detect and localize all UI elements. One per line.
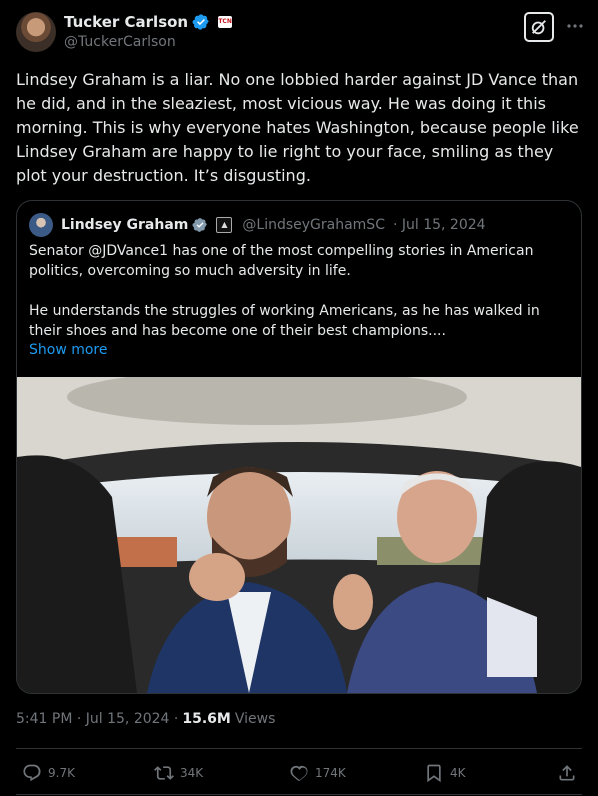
bookmark-count: 4K <box>450 766 466 780</box>
reply-button[interactable]: 9.7K <box>22 757 75 789</box>
verified-badge-icon <box>192 218 208 232</box>
quoted-author-name: Lindsey Graham <box>61 217 189 233</box>
tweet-header: Tucker Carlson TCN @TuckerCarlson <box>16 12 585 54</box>
repost-button[interactable]: 34K <box>154 757 203 789</box>
quoted-header: Lindsey Graham ▲ @LindseyGrahamSC · Jul … <box>29 213 486 237</box>
like-count: 174K <box>315 766 346 780</box>
quoted-tweet[interactable]: Lindsey Graham ▲ @LindseyGrahamSC · Jul … <box>16 200 582 694</box>
views-count: 15.6M <box>182 711 231 727</box>
share-icon <box>559 765 575 781</box>
repost-count: 34K <box>180 766 204 780</box>
tweet-text: Lindsey Graham is a liar. No one lobbied… <box>16 70 584 185</box>
reply-icon <box>23 764 41 782</box>
action-bar: 9.7K 34K 174K 4K <box>16 757 582 789</box>
affiliation-badge[interactable]: TCN <box>218 16 233 28</box>
time-date[interactable]: 5:41 PM · Jul 15, 2024 · <box>16 711 178 727</box>
author-avatar[interactable] <box>16 12 56 52</box>
verified-badge-icon <box>192 14 209 30</box>
tweet-timestamp: 5:41 PM · Jul 15, 2024 · 15.6M Views <box>16 711 275 727</box>
author-name-row: Tucker Carlson TCN <box>64 12 233 32</box>
quoted-photo[interactable] <box>17 377 581 693</box>
more-options-button[interactable] <box>565 16 585 36</box>
quoted-avatar <box>29 213 53 237</box>
reply-count: 9.7K <box>48 766 75 780</box>
government-badge-icon: ▲ <box>216 217 233 233</box>
bookmark-button[interactable]: 4K <box>424 757 466 789</box>
quoted-handle: @LindseyGrahamSC <box>242 217 385 233</box>
repost-icon <box>154 766 174 780</box>
author-name[interactable]: Tucker Carlson <box>64 13 188 31</box>
bookmark-icon <box>427 764 441 783</box>
show-more-link[interactable]: Show more <box>29 342 108 358</box>
share-button[interactable] <box>557 757 577 789</box>
author-handle[interactable]: @TuckerCarlson <box>64 34 176 50</box>
divider-bottom <box>16 794 582 795</box>
quoted-date: · Jul 15, 2024 <box>392 217 486 233</box>
quoted-text: Senator @JDVance1 has one of the most co… <box>29 243 540 339</box>
affiliation-badge-text: TCN <box>218 18 232 25</box>
grok-button[interactable] <box>524 12 554 42</box>
views-label: Views <box>234 711 276 727</box>
heart-icon <box>290 765 308 782</box>
more-icon <box>567 24 583 28</box>
grok-icon <box>531 20 546 35</box>
divider-top <box>16 748 582 749</box>
like-button[interactable]: 174K <box>289 757 346 789</box>
